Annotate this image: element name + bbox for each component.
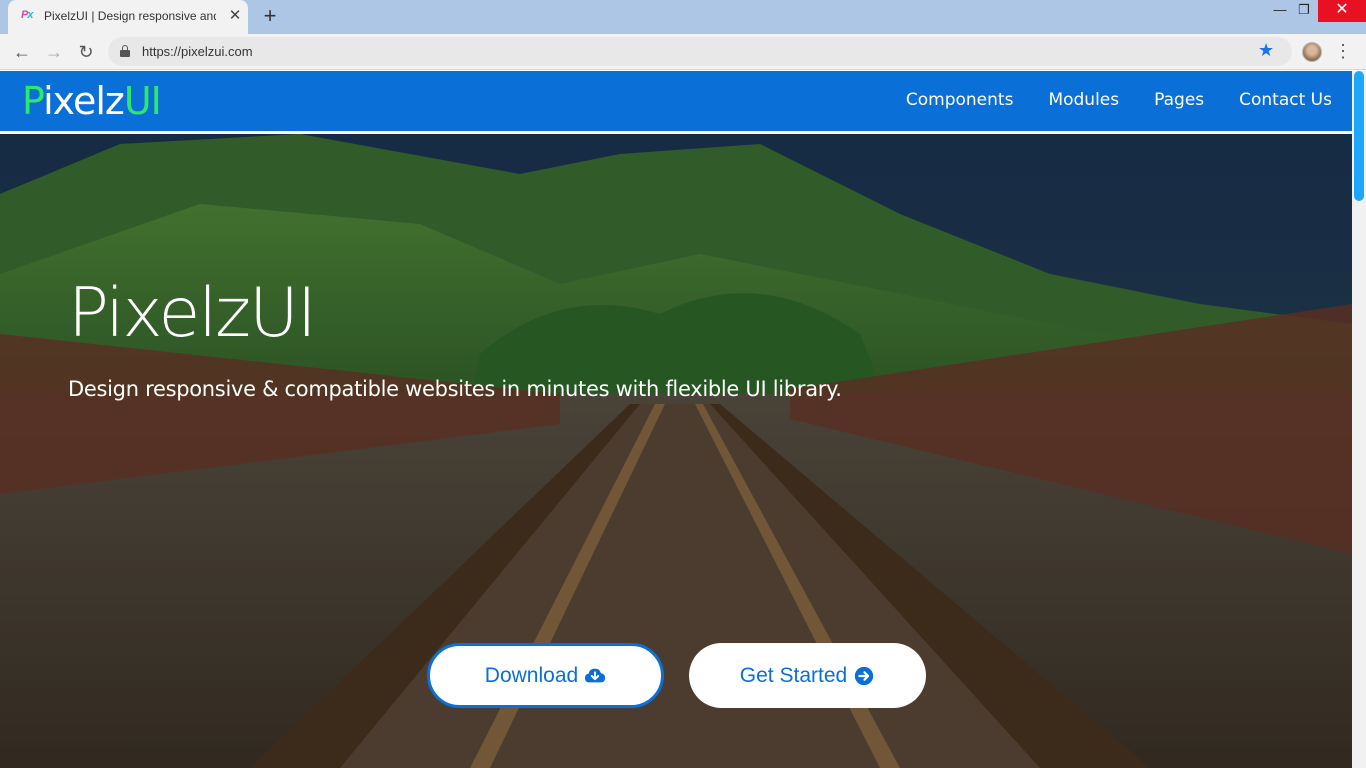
- browser-toolbar: ← → ↻ https://pixelzui.com ★: [0, 34, 1366, 70]
- close-window-button[interactable]: ✕: [1318, 0, 1366, 22]
- profile-avatar[interactable]: [1302, 42, 1322, 62]
- download-button-label: Download: [484, 663, 579, 687]
- nav-links: Components Modules Pages Contact Us: [906, 90, 1332, 110]
- hero-subtitle: Design responsive & compatible websites …: [68, 377, 842, 401]
- lock-icon[interactable]: [120, 45, 130, 57]
- url-text[interactable]: https://pixelzui.com: [142, 44, 253, 59]
- nav-link-pages[interactable]: Pages: [1154, 90, 1204, 110]
- site-logo[interactable]: PixelzUI: [22, 79, 162, 123]
- back-arrow-icon[interactable]: ←: [9, 39, 35, 65]
- get-started-button-label: Get Started: [739, 663, 848, 687]
- hero-title: PixelzUI: [68, 274, 317, 353]
- bookmark-star-icon[interactable]: ★: [1258, 40, 1274, 61]
- pixelzui-favicon-icon: Px: [21, 9, 33, 21]
- browser-menu-icon[interactable]: ⋮: [1334, 40, 1352, 62]
- browser-titlebar: Px PixelzUI | Design responsive and ✕ + …: [0, 0, 1366, 34]
- browser-tab[interactable]: Px PixelzUI | Design responsive and ✕: [8, 0, 248, 34]
- arrow-circle-right-icon: [855, 666, 874, 685]
- reload-icon[interactable]: ↻: [73, 39, 99, 65]
- get-started-button[interactable]: Get Started: [689, 643, 926, 708]
- address-bar[interactable]: https://pixelzui.com ★: [108, 37, 1292, 66]
- tab-title: PixelzUI | Design responsive and: [44, 9, 216, 23]
- scrollbar-thumb[interactable]: [1354, 71, 1364, 201]
- new-tab-button[interactable]: +: [259, 5, 281, 27]
- download-button[interactable]: Download: [427, 643, 664, 708]
- cloud-download-icon: [585, 668, 606, 682]
- hero-section: PixelzUI Design responsive & compatible …: [0, 134, 1352, 768]
- nav-link-modules[interactable]: Modules: [1048, 90, 1119, 110]
- web-page: PixelzUI Components Modules Pages Contac…: [0, 71, 1352, 768]
- hero-background-image: [0, 134, 1352, 768]
- tab-close-icon[interactable]: ✕: [226, 7, 244, 25]
- page-scrollbar[interactable]: [1352, 71, 1366, 768]
- restore-button[interactable]: ❐: [1290, 0, 1318, 22]
- forward-arrow-icon[interactable]: →: [41, 39, 67, 65]
- nav-link-components[interactable]: Components: [906, 90, 1014, 110]
- nav-link-contact-us[interactable]: Contact Us: [1239, 90, 1332, 110]
- site-navbar: PixelzUI Components Modules Pages Contac…: [0, 71, 1352, 131]
